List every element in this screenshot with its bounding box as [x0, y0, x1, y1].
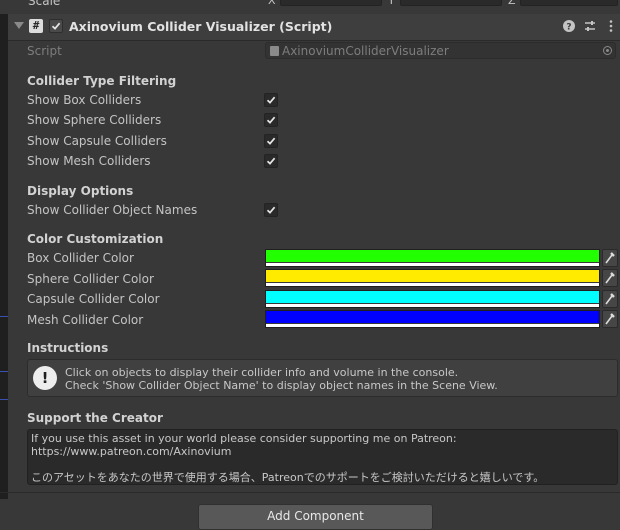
- sphere-color-fill: [266, 270, 599, 282]
- svg-text:?: ?: [566, 23, 571, 33]
- add-component-button[interactable]: Add Component: [198, 504, 433, 530]
- component-header[interactable]: # Axinovium Collider Visualizer (Script)…: [8, 14, 620, 41]
- instructions-line-1: Click on objects to display their collid…: [65, 366, 459, 379]
- object-picker-icon[interactable]: [603, 46, 612, 55]
- color-customization-heading: Color Customization: [27, 232, 164, 246]
- support-line-3: [31, 458, 614, 471]
- show-box-colliders-label: Show Box Colliders: [27, 93, 142, 107]
- more-vertical-icon[interactable]: [604, 19, 618, 33]
- show-capsule-colliders-checkbox[interactable]: [264, 134, 278, 148]
- box-alpha-bar: [266, 263, 599, 266]
- component-title: Axinovium Collider Visualizer (Script): [69, 19, 333, 34]
- instructions-text: Click on objects to display their collid…: [65, 366, 498, 392]
- mesh-collider-color-label: Mesh Collider Color: [27, 313, 144, 327]
- script-file-icon: [270, 46, 279, 56]
- capsule-color-fill: [266, 291, 599, 303]
- mesh-color-fill: [266, 311, 599, 323]
- collider-filtering-heading: Collider Type Filtering: [27, 74, 177, 88]
- support-line-1: If you use this asset in your world plea…: [31, 432, 457, 445]
- instructions-line-2: Check 'Show Collider Object Name' to dis…: [65, 379, 498, 392]
- script-label: Script: [27, 44, 62, 58]
- show-object-names-checkbox[interactable]: [264, 203, 278, 217]
- support-line-4: このアセットをあなたの世界で使用する場合、Patreonでのサポートをご検討いた…: [31, 471, 545, 484]
- script-object-value: AxinoviumColliderVisualizer: [282, 44, 449, 58]
- show-capsule-colliders-label: Show Capsule Colliders: [27, 134, 167, 148]
- support-text-area[interactable]: If you use this asset in your world plea…: [27, 429, 618, 485]
- preset-sliders-icon[interactable]: [583, 19, 597, 33]
- show-sphere-colliders-checkbox[interactable]: [264, 113, 278, 127]
- scale-y-field[interactable]: [400, 0, 502, 6]
- box-eyedropper-icon[interactable]: [602, 249, 618, 267]
- transform-scale-row: Scale X Y Z: [0, 0, 620, 14]
- sphere-collider-color-label: Sphere Collider Color: [27, 272, 154, 286]
- inspector-left-edge: [0, 14, 8, 499]
- instructions-help-box: ! Click on objects to display their coll…: [27, 359, 618, 397]
- mesh-collider-color-swatch[interactable]: [265, 310, 600, 328]
- sphere-collider-color-swatch[interactable]: [265, 269, 600, 287]
- mesh-eyedropper-icon[interactable]: [602, 310, 618, 328]
- help-icon[interactable]: ?: [562, 19, 576, 33]
- show-mesh-colliders-label: Show Mesh Colliders: [27, 154, 151, 168]
- script-object-field[interactable]: AxinoviumColliderVisualizer: [265, 42, 616, 59]
- show-box-colliders-checkbox[interactable]: [264, 93, 278, 107]
- display-options-heading: Display Options: [27, 184, 134, 198]
- show-mesh-colliders-checkbox[interactable]: [264, 154, 278, 168]
- scale-x-field[interactable]: [280, 0, 382, 6]
- box-color-fill: [266, 250, 599, 262]
- scale-y-label: Y: [388, 0, 395, 7]
- capsule-alpha-bar: [266, 304, 599, 307]
- box-collider-color-label: Box Collider Color: [27, 251, 134, 265]
- capsule-eyedropper-icon[interactable]: [602, 290, 618, 308]
- foldout-arrow-icon[interactable]: [14, 22, 24, 29]
- capsule-collider-color-label: Capsule Collider Color: [27, 292, 160, 306]
- box-collider-color-swatch[interactable]: [265, 249, 600, 267]
- support-heading: Support the Creator: [27, 411, 163, 425]
- component-divider: [0, 492, 620, 493]
- scale-z-label: Z: [508, 0, 516, 7]
- sphere-alpha-bar: [266, 283, 599, 286]
- component-enabled-checkbox[interactable]: [49, 19, 63, 33]
- scale-label: Scale: [28, 0, 61, 8]
- sphere-eyedropper-icon[interactable]: [602, 269, 618, 287]
- scale-z-field[interactable]: [520, 0, 618, 6]
- show-sphere-colliders-label: Show Sphere Colliders: [27, 113, 162, 127]
- show-object-names-label: Show Collider Object Names: [27, 203, 198, 217]
- support-line-2: https://www.patreon.com/Axinovium: [31, 445, 232, 458]
- scale-x-label: X: [268, 0, 276, 7]
- info-exclamation-icon: !: [33, 366, 57, 390]
- mesh-alpha-bar: [266, 324, 599, 327]
- hash-script-icon: #: [29, 19, 43, 33]
- capsule-collider-color-swatch[interactable]: [265, 290, 600, 308]
- instructions-heading: Instructions: [27, 341, 109, 355]
